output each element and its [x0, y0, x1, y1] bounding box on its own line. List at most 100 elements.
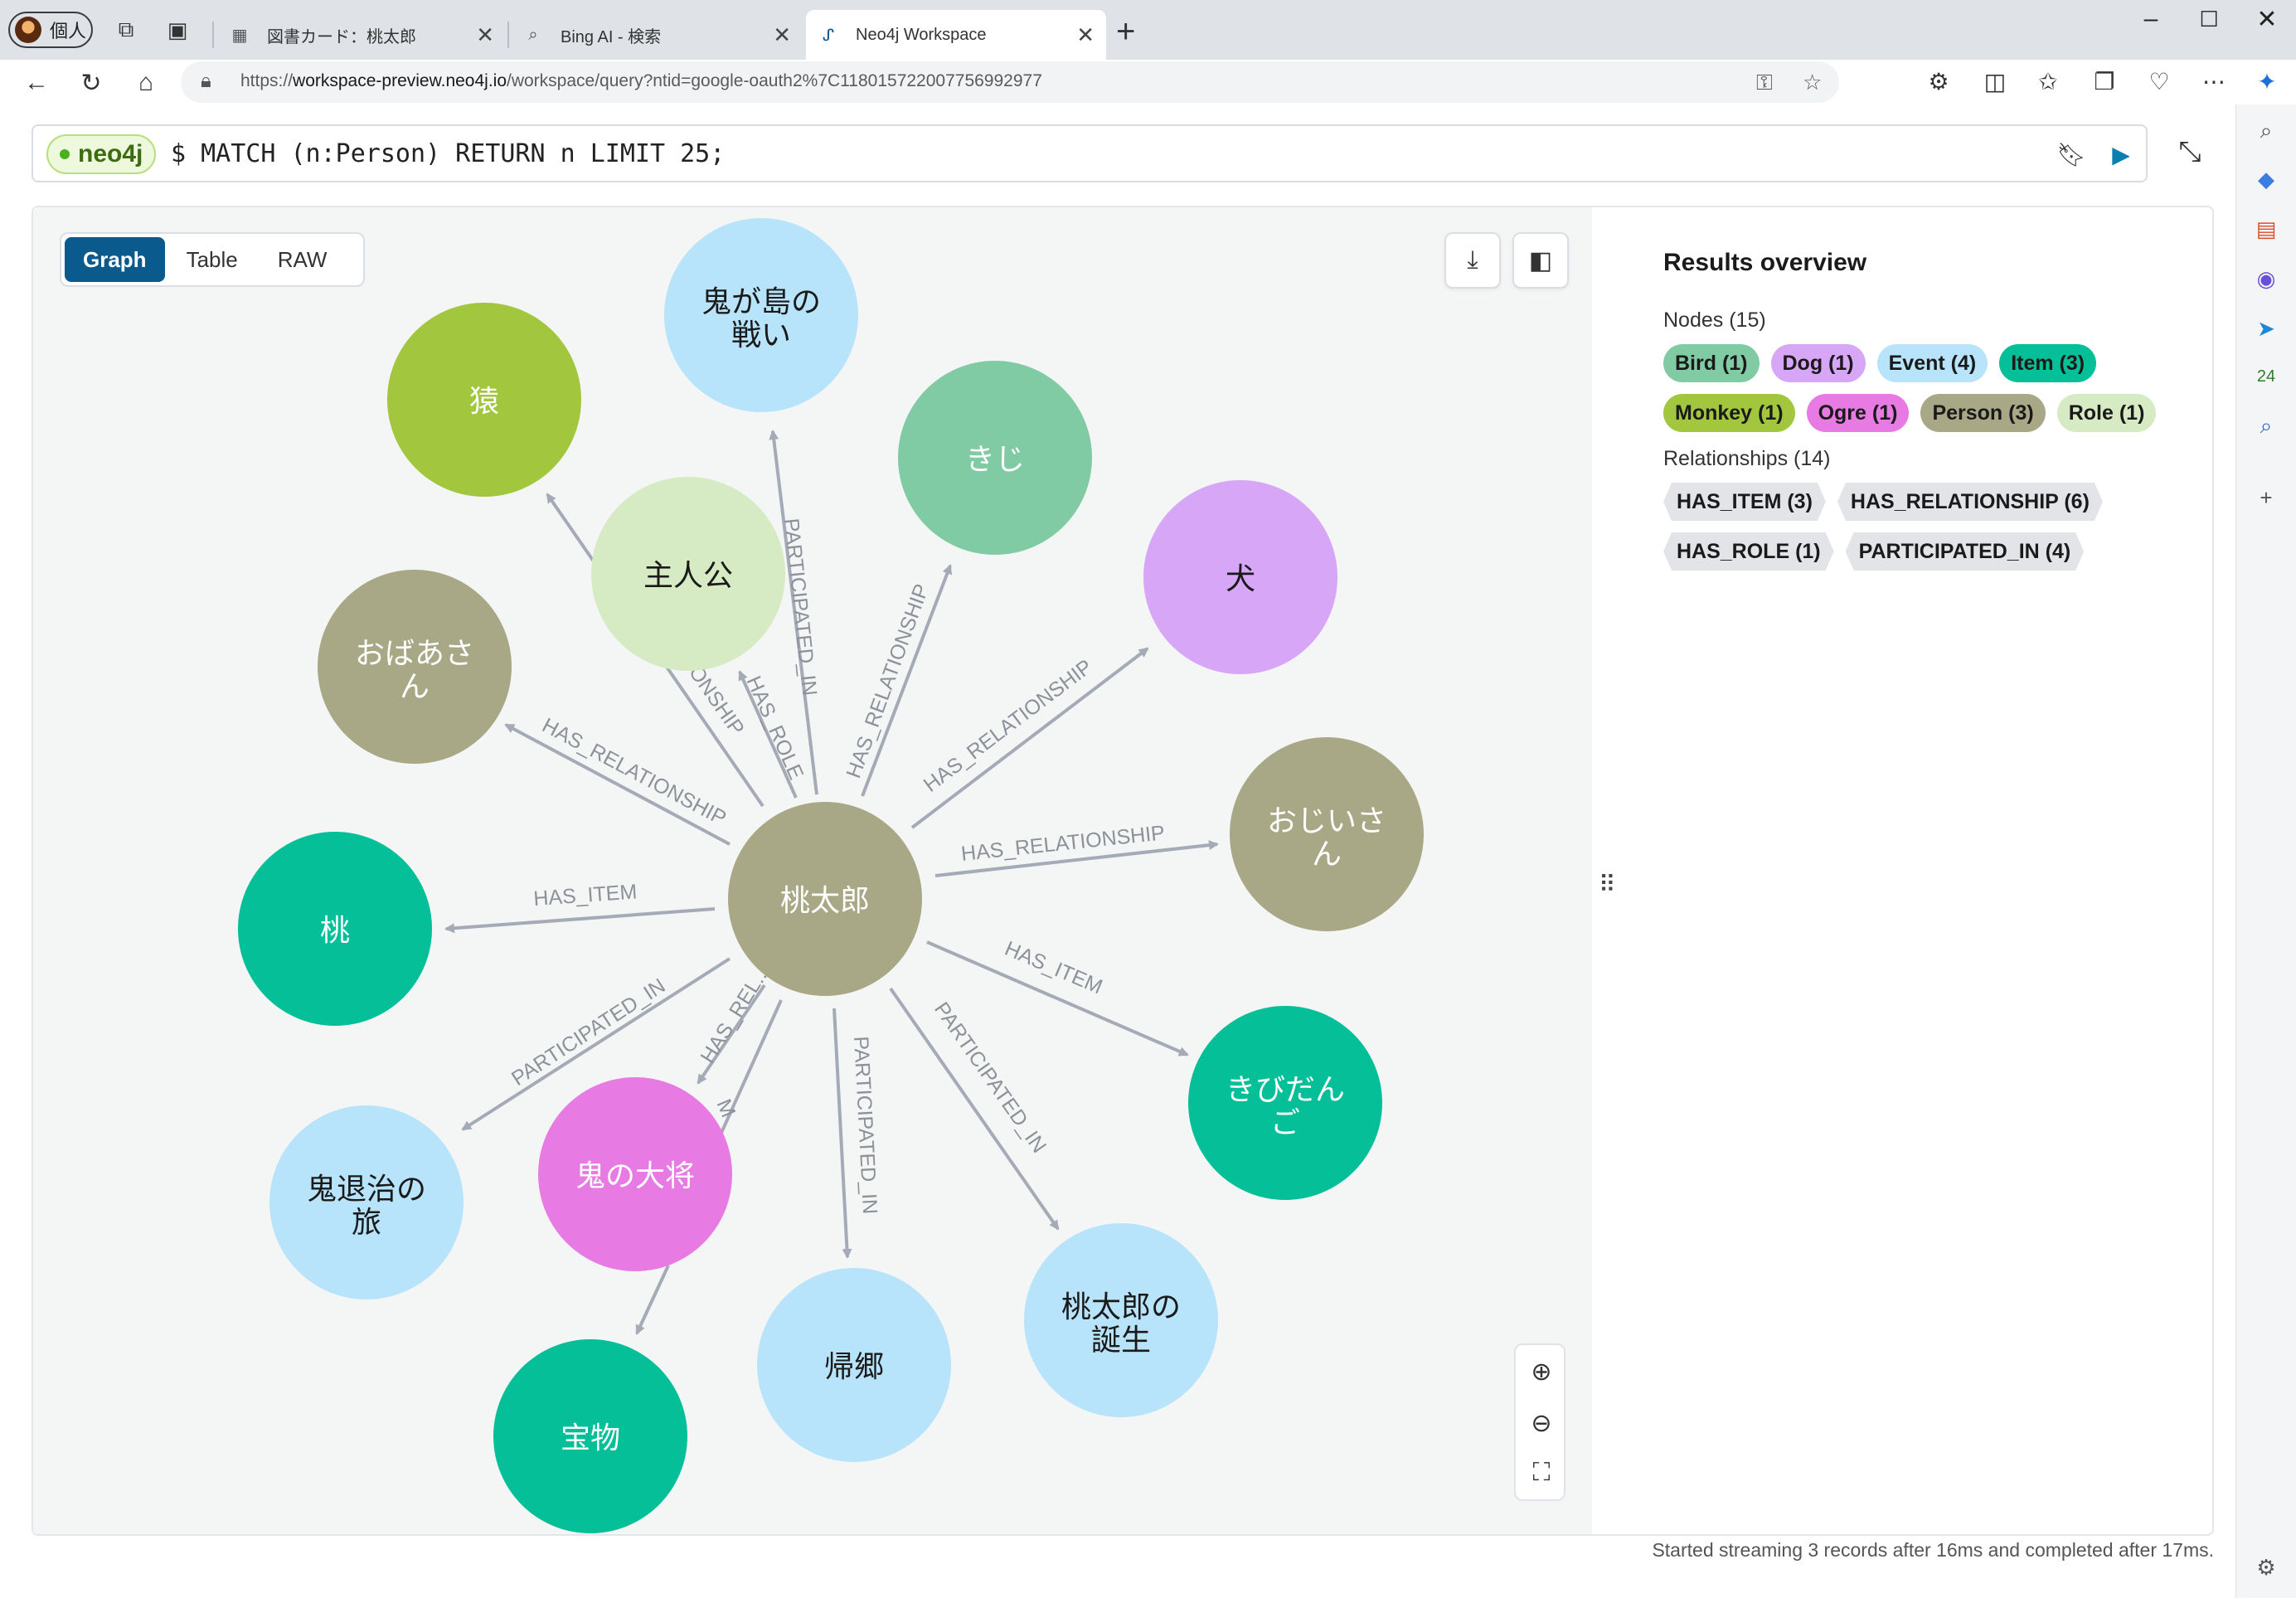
settings-gear-icon[interactable]: ⚙: [2251, 1552, 2281, 1582]
edge-to-inu[interactable]: [910, 647, 1149, 829]
tab-toshocard[interactable]: ▦ 図書カード：桃太郎 ✕: [217, 10, 506, 60]
node-oninotaishou[interactable]: 鬼の大将: [538, 1077, 732, 1271]
rel-label: HAS_REL...: [696, 960, 774, 1067]
edge-to-momo[interactable]: [444, 907, 716, 934]
profile-button[interactable]: 個人: [8, 12, 93, 48]
chip-role[interactable]: Role (1): [2056, 394, 2157, 432]
copilot-icon[interactable]: ✦: [2250, 65, 2284, 98]
browser-essentials-icon[interactable]: ♡: [2143, 65, 2176, 98]
toggle-panel-icon[interactable]: ◧: [1512, 232, 1569, 289]
zoom-in-icon[interactable]: ⊕: [1525, 1355, 1558, 1388]
node-onigashima[interactable]: 鬼が島の戦い: [664, 218, 858, 412]
shopping-tag-icon[interactable]: ◆: [2251, 164, 2281, 194]
zoom-out-icon[interactable]: ⊖: [1525, 1406, 1558, 1440]
favorite-star-icon[interactable]: ☆: [1803, 70, 1822, 95]
tab-table[interactable]: Table: [168, 237, 256, 282]
chip-bird[interactable]: Bird (1): [1663, 344, 1760, 382]
close-tab-icon[interactable]: ✕: [773, 22, 791, 48]
chip-has-item[interactable]: HAS_ITEM (3): [1663, 483, 1826, 521]
node-shujinkou[interactable]: 主人公: [591, 477, 785, 671]
bookmark-icon[interactable]: 🔖︎: [2056, 139, 2086, 169]
back-icon[interactable]: ←: [20, 66, 53, 100]
tab-neo4j-workspace[interactable]: ᔑ Neo4j Workspace ✕: [806, 10, 1106, 60]
new-tab-button[interactable]: +: [1116, 13, 1135, 51]
graph-canvas[interactable]: PARTICIPATED_IN HAS_RELATIONSHIP HAS_REL…: [33, 207, 1592, 1534]
node-label-line2: ん: [400, 670, 430, 704]
search-icon[interactable]: ⌕: [2251, 116, 2281, 146]
tab-title: Bing AI - 検索: [561, 27, 662, 46]
node-kikyou[interactable]: 帰郷: [757, 1268, 951, 1462]
send-icon[interactable]: ➤: [2251, 313, 2281, 343]
more-icon[interactable]: ⋯: [2197, 65, 2230, 98]
database-selector[interactable]: neo4j: [46, 134, 157, 174]
node-saru[interactable]: 猿: [387, 303, 581, 497]
edge-ogre-to-takaramono[interactable]: [635, 1265, 670, 1335]
minimize-icon[interactable]: –: [2134, 5, 2167, 33]
chip-event[interactable]: Event (4): [1876, 344, 1988, 382]
node-label-line1: おばあさ: [355, 637, 474, 671]
tab-graph[interactable]: Graph: [65, 237, 165, 282]
edge-to-tanjou[interactable]: [889, 987, 1060, 1231]
fit-to-screen-icon[interactable]: ⛶: [1525, 1456, 1558, 1489]
chip-item[interactable]: Item (3): [1999, 344, 2097, 382]
node-obaasan[interactable]: おばあさん: [318, 570, 512, 764]
split-screen-icon[interactable]: ◫: [1978, 65, 2012, 98]
relationship-type-chips: HAS_ITEM (3) HAS_RELATIONSHIP (6) HAS_RO…: [1663, 483, 2211, 571]
bing-search-icon[interactable]: ⌕: [2251, 411, 2281, 441]
workspaces-icon[interactable]: ⧉: [113, 17, 139, 43]
node-momo[interactable]: 桃: [238, 832, 432, 1026]
edge-to-obaasan[interactable]: [504, 723, 731, 846]
chip-person[interactable]: Person (3): [1920, 394, 2046, 432]
tab-title: 図書カード：桃太郎: [267, 27, 416, 46]
chip-dog[interactable]: Dog (1): [1770, 344, 1866, 382]
url-field[interactable]: 🔒︎ https://workspace-preview.neo4j.io/wo…: [181, 61, 1839, 103]
chip-has-relationship[interactable]: HAS_RELATIONSHIP (6): [1837, 483, 2103, 521]
chip-has-role[interactable]: HAS_ROLE (1): [1663, 532, 1834, 571]
node-onitaiji[interactable]: 鬼退治の旅: [269, 1105, 464, 1299]
search-favicon-icon: ⌕: [528, 25, 538, 44]
node-tanjou[interactable]: 桃太郎の誕生: [1024, 1223, 1218, 1417]
panel-resize-handle-icon[interactable]: ⠿: [1599, 871, 1618, 898]
rel-label: HAS_RELATIONSHIP: [842, 581, 934, 782]
query-editor[interactable]: neo4j $ MATCH (n:Person) RETURN n LIMIT …: [32, 124, 2148, 182]
node-kiji[interactable]: きじ: [898, 361, 1092, 555]
node-label-line1: 主人公: [643, 559, 733, 593]
vertical-tabs-icon[interactable]: ▣: [164, 17, 191, 43]
extensions-icon[interactable]: ⚙: [1922, 65, 1955, 98]
chip-monkey[interactable]: Monkey (1): [1663, 394, 1795, 432]
collapse-icon[interactable]: ⤡: [2171, 133, 2209, 171]
edge-to-kikyou[interactable]: [832, 1008, 852, 1259]
node-kibidango[interactable]: きびだんご: [1188, 1006, 1382, 1200]
relationships-count: Relationships (14): [1663, 447, 1831, 470]
key-icon[interactable]: ⚿: [1756, 70, 1773, 96]
calendar-icon[interactable]: 24: [2251, 362, 2281, 391]
run-query-icon[interactable]: ▶: [2106, 139, 2136, 169]
refresh-icon[interactable]: ↻: [75, 66, 108, 100]
chip-ogre[interactable]: Ogre (1): [1806, 394, 1910, 432]
collections-icon[interactable]: ❐: [2088, 65, 2121, 98]
rel-label: HAS_RELATIONSHIP: [538, 714, 730, 831]
node-ojiisan[interactable]: おじいさん: [1230, 737, 1424, 931]
node-inu[interactable]: 犬: [1143, 480, 1337, 674]
view-toggle: Graph Table RAW: [60, 232, 365, 287]
add-icon[interactable]: +: [2251, 483, 2281, 512]
close-window-icon[interactable]: ✕: [2250, 5, 2284, 34]
node-label-line2: ご: [1270, 1106, 1300, 1140]
home-icon[interactable]: ⌂: [129, 66, 163, 100]
node-takaramono[interactable]: 宝物: [493, 1339, 687, 1533]
node-label-line2: ん: [1312, 838, 1342, 872]
chip-participated-in[interactable]: PARTICIPATED_IN (4): [1846, 532, 2085, 571]
download-icon[interactable]: ⤓: [1444, 232, 1501, 289]
graph-svg[interactable]: PARTICIPATED_IN HAS_RELATIONSHIP HAS_REL…: [33, 207, 1592, 1534]
favorites-icon[interactable]: ✩: [2031, 65, 2065, 98]
tools-icon[interactable]: ▤: [2251, 214, 2281, 244]
query-text[interactable]: $ MATCH (n:Person) RETURN n LIMIT 25;: [171, 139, 725, 168]
node-label-line1: おじいさ: [1267, 804, 1386, 838]
close-tab-icon[interactable]: ✕: [1076, 22, 1095, 48]
node-center[interactable]: 桃太郎: [728, 802, 922, 996]
maximize-icon[interactable]: ☐: [2192, 7, 2226, 32]
tab-raw[interactable]: RAW: [260, 237, 346, 282]
office-icon[interactable]: ◉: [2251, 264, 2281, 294]
tab-bing[interactable]: ⌕ Bing AI - 検索 ✕: [511, 10, 803, 60]
close-tab-icon[interactable]: ✕: [476, 22, 494, 48]
